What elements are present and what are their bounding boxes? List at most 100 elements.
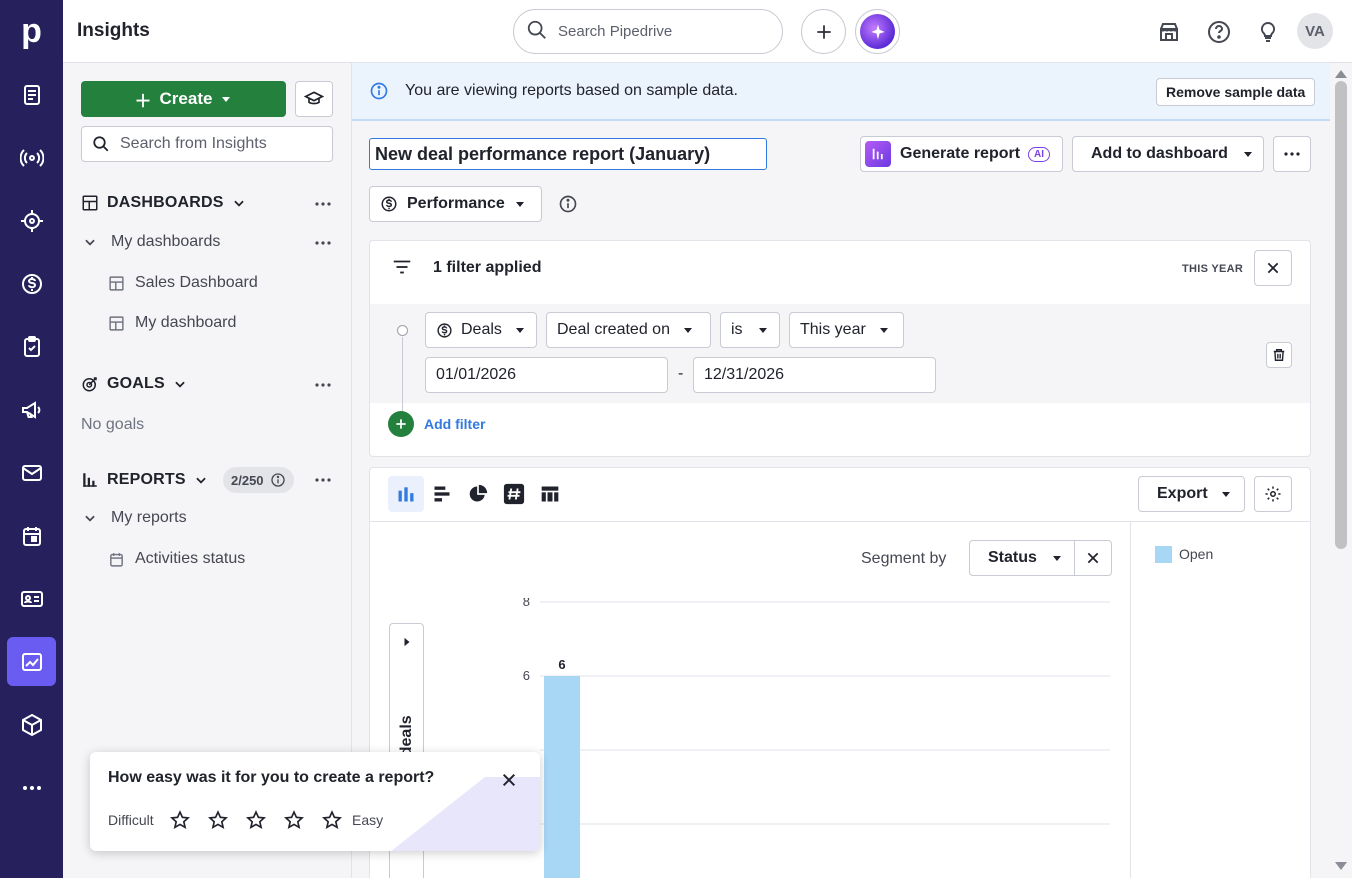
caret-down-icon [1243, 152, 1252, 157]
clear-segment-button[interactable] [1074, 540, 1112, 576]
legend-swatch-open [1155, 546, 1172, 563]
segment-by-label: Segment by [861, 550, 947, 567]
star-icon[interactable] [245, 809, 267, 831]
lightbulb-icon[interactable] [1254, 18, 1282, 46]
caret-down-icon [879, 328, 888, 333]
condition-node [397, 325, 408, 336]
more-icon[interactable] [7, 763, 56, 812]
period-tag: THIS YEAR [1182, 263, 1244, 275]
deals-dollar-icon[interactable] [7, 259, 56, 308]
chevron-down-icon [196, 477, 206, 484]
segment-by-dropdown[interactable]: Status [969, 540, 1075, 576]
filter-entity-dropdown[interactable]: Deals [425, 312, 537, 348]
report-type-dropdown[interactable]: Performance [369, 186, 542, 222]
y-tick-label: 8 [523, 598, 530, 609]
star-icon[interactable] [321, 809, 343, 831]
scroll-thumb[interactable] [1335, 81, 1347, 549]
calendar-icon [110, 552, 123, 567]
generate-report-button[interactable]: Generate report AI [860, 136, 1063, 172]
chart-settings-button[interactable] [1254, 476, 1292, 512]
dashboards-menu-icon[interactable] [313, 194, 333, 214]
contacts-card-icon[interactable] [7, 574, 56, 623]
ai-badge: AI [1028, 146, 1051, 162]
marketplace-icon[interactable] [1155, 18, 1183, 46]
info-icon[interactable] [558, 194, 578, 218]
export-button[interactable]: Export [1138, 476, 1245, 512]
bar-open[interactable] [544, 676, 580, 878]
search-icon [526, 19, 548, 45]
column-chart: 6 8 6 [523, 598, 1110, 878]
filter-field-dropdown[interactable]: Deal created on [546, 312, 711, 348]
star-icon[interactable] [283, 809, 305, 831]
filter-operator-dropdown[interactable]: is [720, 312, 780, 348]
dashboards-section-toggle[interactable]: DASHBOARDS [81, 194, 246, 212]
caret-down-icon [515, 328, 524, 333]
campaigns-megaphone-icon[interactable] [7, 385, 56, 434]
quick-add-button[interactable] [801, 9, 846, 54]
scroll-down-icon [1335, 862, 1347, 870]
my-reports-group[interactable]: My reports [83, 509, 187, 527]
bar-data-label: 6 [558, 657, 565, 672]
star-icon[interactable] [169, 809, 191, 831]
reports-count-badge: 2/250 [223, 467, 294, 493]
date-to-input[interactable] [693, 357, 936, 393]
my-dashboards-group[interactable]: My dashboards [83, 233, 220, 251]
create-button[interactable]: ＋ Create [81, 81, 286, 117]
survey-low-label: Difficult [108, 812, 154, 828]
help-icon[interactable] [1205, 18, 1233, 46]
bar-chart-horizontal-icon[interactable] [424, 476, 460, 512]
caret-right-icon [404, 637, 410, 647]
table-icon[interactable] [532, 476, 568, 512]
add-to-dashboard-button[interactable]: Add to dashboard [1072, 136, 1264, 172]
clear-filters-button[interactable] [1254, 250, 1292, 286]
caret-down-icon [1052, 556, 1061, 561]
sidebar-item-activities-status[interactable]: Activities status [108, 550, 245, 568]
global-search[interactable] [513, 9, 783, 54]
sidebar-item-sales-dashboard[interactable]: Sales Dashboard [108, 274, 258, 292]
plus-icon [816, 24, 831, 39]
leads-icon[interactable] [7, 133, 56, 182]
chevron-down-icon [85, 515, 95, 522]
goals-section-toggle[interactable]: GOALS [81, 375, 187, 393]
condition-connector [402, 337, 403, 417]
reports-section-toggle[interactable]: REPORTS [81, 471, 208, 489]
create-button-label: Create [159, 89, 213, 108]
filter-value-dropdown[interactable]: This year [789, 312, 904, 348]
search-icon [93, 136, 109, 152]
close-survey-button[interactable] [498, 769, 520, 791]
ai-assistant-button[interactable] [855, 9, 900, 54]
goals-menu-icon[interactable] [313, 375, 333, 395]
scorecard-hash-icon[interactable] [496, 476, 532, 512]
page-scrollbar[interactable] [1330, 63, 1352, 878]
pipedrive-logo[interactable]: p [0, 0, 63, 63]
learning-button[interactable] [295, 81, 333, 117]
mail-icon[interactable] [7, 448, 56, 497]
column-chart-icon[interactable] [388, 476, 424, 512]
deals-list-icon[interactable] [7, 70, 56, 119]
insights-search-input[interactable] [120, 135, 320, 153]
caret-down-icon [758, 328, 767, 333]
global-search-input[interactable] [558, 23, 758, 40]
calendar-icon[interactable] [7, 511, 56, 560]
reports-menu-icon[interactable] [313, 470, 333, 490]
star-icon[interactable] [207, 809, 229, 831]
my-dashboards-menu-icon[interactable] [313, 233, 333, 253]
remove-sample-data-button[interactable]: Remove sample data [1156, 78, 1316, 106]
sidebar-item-my-dashboard[interactable]: My dashboard [108, 314, 236, 332]
insights-chart-icon[interactable] [7, 637, 56, 686]
products-box-icon[interactable] [7, 700, 56, 749]
activities-clipboard-icon[interactable] [7, 322, 56, 371]
trash-icon [1273, 349, 1285, 361]
add-filter-button[interactable]: Add filter [388, 411, 485, 437]
more-icon [1284, 152, 1300, 156]
insights-search[interactable] [81, 126, 333, 162]
projects-target-icon[interactable] [7, 196, 56, 245]
delete-filter-button[interactable] [1266, 342, 1292, 368]
graduation-cap-icon [304, 91, 324, 105]
caret-down-icon [515, 202, 524, 207]
more-options-button[interactable] [1273, 136, 1311, 172]
user-avatar[interactable]: VA [1297, 13, 1333, 49]
pie-chart-icon[interactable] [460, 476, 496, 512]
date-from-input[interactable] [425, 357, 668, 393]
report-title-input[interactable] [369, 138, 767, 170]
